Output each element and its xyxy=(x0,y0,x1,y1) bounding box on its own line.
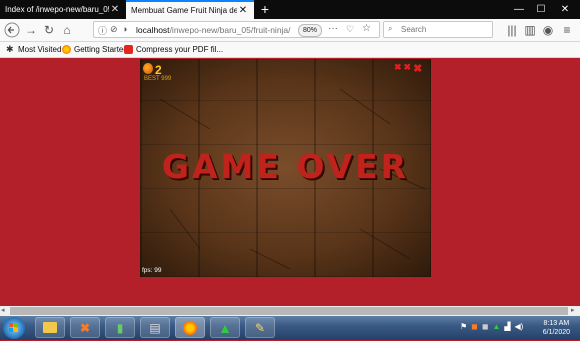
back-arrow-icon xyxy=(4,22,20,38)
taskbar-clock[interactable]: 8:13 AM 6/1/2020 xyxy=(543,319,570,337)
miss-x-icon: ✖ xyxy=(403,62,412,72)
zoom-indicator[interactable]: 80% xyxy=(298,24,323,37)
bookmark-label: Most Visited xyxy=(18,45,62,54)
clock-time: 8:13 AM xyxy=(543,320,570,327)
firefox-icon xyxy=(183,320,197,335)
document-icon: ▤ xyxy=(149,320,161,335)
firefox-icon xyxy=(62,45,71,54)
scrollbar-thumb[interactable] xyxy=(10,307,568,315)
taskbar-firefox[interactable] xyxy=(175,317,205,338)
chart-app-icon: ▮ xyxy=(116,320,124,335)
network-icon[interactable]: ▟ xyxy=(504,322,510,331)
tab-strip: Index of /inwepo-new/baru_05 ✕ Membuat G… xyxy=(0,0,580,19)
reload-button[interactable]: ↻ xyxy=(40,22,58,38)
bookmark-label: Getting Started xyxy=(74,45,128,54)
windows-taskbar: ✖ ▮ ▤ ▲ ✎ ⚑ ◼ ◼ ▲ ▟ ◀) 8:13 AM 6/1/2020 xyxy=(0,316,580,340)
menu-icon[interactable]: ≡ xyxy=(558,22,576,38)
game-canvas[interactable]: 2 BEST 999 ✖ ✖ ✖ GAME OVER fps: 99 xyxy=(140,59,431,277)
bookmarks-bar: ✱ Most Visited Getting Started Compress … xyxy=(0,42,580,58)
miss-x-icon: ✖ xyxy=(413,63,423,75)
triangle-app-icon: ▲ xyxy=(218,319,232,336)
search-icon: ⌕ xyxy=(388,24,393,33)
bookmark-compress-pdf[interactable]: Compress your PDF fil... xyxy=(124,44,223,55)
forward-button[interactable]: → xyxy=(22,22,40,38)
clock-date: 6/1/2020 xyxy=(542,329,570,336)
url-text: localhost/inwepo-new/baru_05/fruit-ninja… xyxy=(136,25,291,35)
close-window-icon[interactable]: ✕ xyxy=(554,0,576,19)
tray-triangle-icon[interactable]: ▲ xyxy=(492,322,500,331)
search-input[interactable] xyxy=(399,24,493,35)
start-button[interactable] xyxy=(3,317,25,339)
bookmark-label: Compress your PDF fil... xyxy=(136,45,224,54)
volume-icon[interactable]: ◀) xyxy=(515,322,524,331)
close-icon[interactable]: ✕ xyxy=(237,5,249,16)
pdf-icon xyxy=(124,45,133,54)
fruit-score-icon xyxy=(143,63,153,74)
maximize-icon[interactable]: ☐ xyxy=(530,0,552,19)
account-icon[interactable]: ◉ xyxy=(539,22,557,38)
home-button[interactable]: ⌂ xyxy=(58,22,76,38)
scroll-left-icon[interactable]: ◂ xyxy=(1,306,5,314)
tab-index-of[interactable]: Index of /inwepo-new/baru_05 ✕ xyxy=(0,0,126,19)
score-value: 2 xyxy=(155,63,162,77)
bookmark-getting-started[interactable]: Getting Started xyxy=(62,44,128,55)
taskbar-paint[interactable]: ✎ xyxy=(245,317,275,338)
tray-app-icon[interactable]: ◼ xyxy=(482,322,489,331)
tab-label: Index of /inwepo-new/baru_05 xyxy=(5,5,109,14)
flag-icon[interactable]: ⚑ xyxy=(460,322,467,331)
paint-icon: ✎ xyxy=(254,320,266,335)
nav-bar: → ↻ ⌂ ⓘ ⊘ ◑ localhost/inwepo-new/baru_05… xyxy=(0,19,580,42)
best-score: BEST 999 xyxy=(144,76,172,82)
info-icon[interactable]: ⓘ xyxy=(98,24,107,37)
bookmark-most-visited[interactable]: ✱ Most Visited xyxy=(6,44,61,55)
bookmark-star-icon[interactable]: ☆ xyxy=(362,23,371,34)
pocket-icon[interactable]: ♡ xyxy=(346,24,354,35)
xampp-tray-icon[interactable]: ◼ xyxy=(471,322,478,331)
search-box[interactable]: ⌕ xyxy=(383,21,493,38)
library-icon[interactable]: ||| xyxy=(503,22,521,38)
windows-logo-icon xyxy=(9,323,18,332)
taskbar-notepad[interactable]: ▤ xyxy=(140,317,170,338)
xampp-icon: ✖ xyxy=(79,320,91,335)
page-actions-icon[interactable]: ··· xyxy=(328,23,338,34)
new-tab-button[interactable]: + xyxy=(256,0,274,19)
minimize-icon[interactable]: — xyxy=(508,0,530,19)
tracking-protection-icon[interactable]: ◑ xyxy=(122,24,127,34)
game-over-title: GAME OVER xyxy=(161,147,410,186)
taskbar-explorer[interactable] xyxy=(35,317,65,338)
lives-indicator: ✖ ✖ ✖ xyxy=(394,62,422,75)
horizontal-scrollbar[interactable]: ◂ ▸ xyxy=(0,306,580,316)
taskbar-app-green[interactable]: ▲ xyxy=(210,317,240,338)
url-bar[interactable]: ⓘ ⊘ ◑ localhost/inwepo-new/baru_05/fruit… xyxy=(93,21,380,38)
tab-fruit-ninja[interactable]: Membuat Game Fruit Ninja dengan ✕ xyxy=(126,0,254,19)
miss-x-icon: ✖ xyxy=(394,62,402,72)
tab-label: Membuat Game Fruit Ninja dengan xyxy=(131,6,237,15)
close-icon[interactable]: ✕ xyxy=(109,4,121,15)
taskbar-xampp[interactable]: ✖ xyxy=(70,317,100,338)
sidebar-icon[interactable]: ▥ xyxy=(521,22,539,38)
system-tray: ⚑ ◼ ◼ ▲ ▟ ◀) xyxy=(460,322,523,331)
permissions-icon[interactable]: ⊘ xyxy=(110,24,118,35)
back-button[interactable] xyxy=(3,22,21,38)
scroll-right-icon[interactable]: ▸ xyxy=(571,306,575,314)
gear-icon: ✱ xyxy=(6,44,14,54)
folder-icon xyxy=(43,322,57,333)
fps-counter: fps: 99 xyxy=(142,267,162,274)
taskbar-chart-app[interactable]: ▮ xyxy=(105,317,135,338)
